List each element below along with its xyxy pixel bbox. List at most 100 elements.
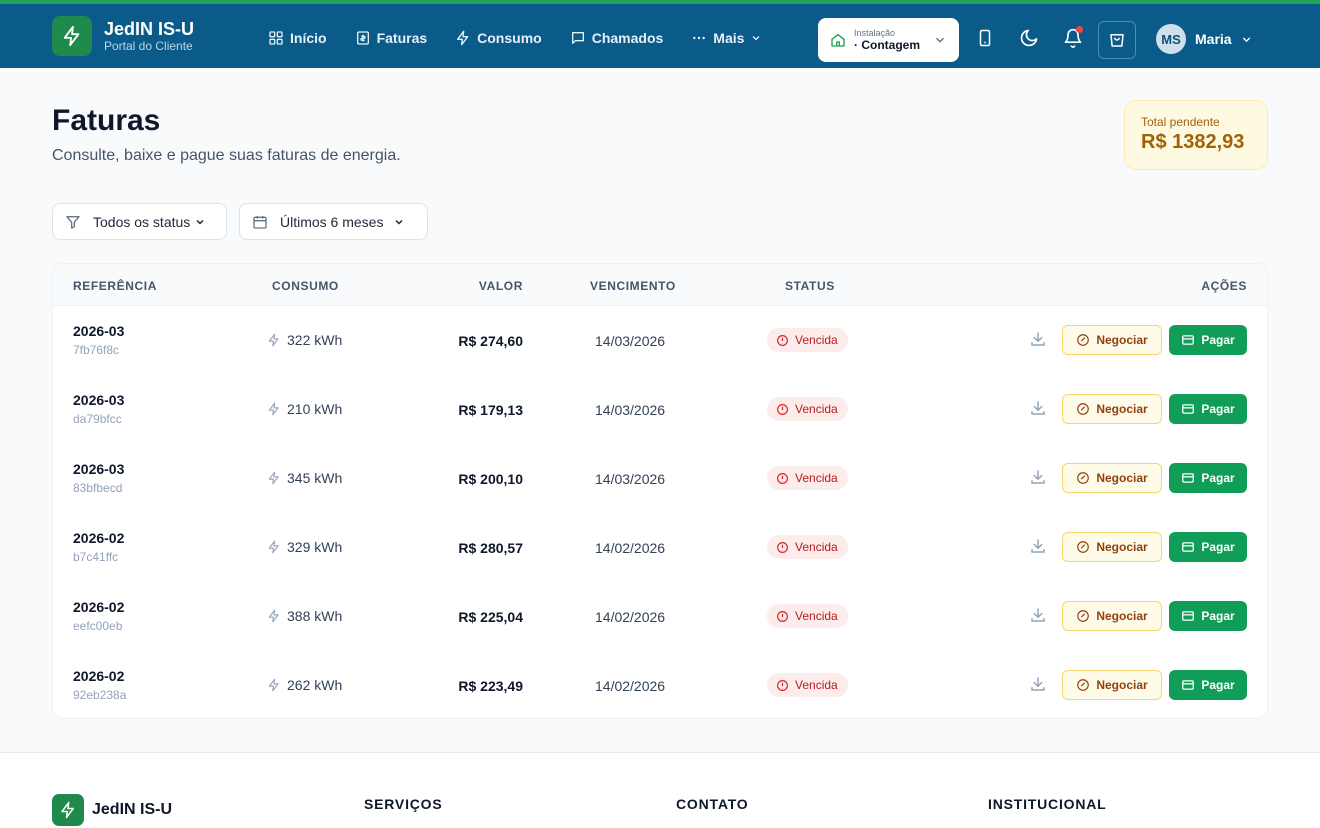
download-button[interactable] [1029, 606, 1049, 626]
chevron-down-icon [1242, 36, 1250, 42]
download-button[interactable] [1029, 468, 1049, 488]
pay-label: Pagar [1201, 333, 1235, 347]
credit-card-icon [1182, 404, 1195, 414]
status-badge: Vencida [767, 535, 848, 559]
nav-consumo[interactable]: Consumo [455, 26, 542, 50]
alert-circle-icon [777, 541, 788, 553]
negotiate-button[interactable]: Negociar [1062, 532, 1162, 562]
theme-toggle-button[interactable] [1017, 26, 1041, 50]
installation-selector[interactable]: Instalação · Contagem [818, 18, 959, 62]
grid-icon [269, 31, 283, 45]
status-label: Vencida [795, 678, 838, 692]
invoice-consumption: 329 kWh [267, 539, 342, 555]
nav-mais[interactable]: Mais [691, 26, 762, 50]
filter-icon [66, 215, 80, 229]
total-pending-card: Total pendente R$ 1382,93 [1124, 100, 1268, 170]
nav-faturas[interactable]: Faturas [355, 26, 427, 50]
pay-button[interactable]: Pagar [1169, 532, 1247, 562]
total-pending-value: R$ 1382,93 [1141, 131, 1245, 153]
chat-icon [571, 31, 584, 44]
download-icon [1031, 401, 1045, 415]
pay-label: Pagar [1201, 402, 1235, 416]
pay-button[interactable]: Pagar [1169, 601, 1247, 631]
footer-brand-name: JedIN IS-U [92, 801, 173, 818]
header-due: VENCIMENTO [590, 279, 676, 293]
status-label: Vencida [795, 540, 838, 554]
footer: JedIN IS-U SERVIÇOS CONTATO INSTITUCIONA… [0, 752, 1320, 828]
status-filter[interactable]: Todos os status [52, 203, 227, 240]
footer-contact-heading: CONTATO [676, 796, 749, 812]
bolt-icon [268, 333, 279, 347]
installation-value: · Contagem [854, 38, 920, 52]
invoices-table: REFERÊNCIA CONSUMO VALOR VENCIMENTO STAT… [52, 263, 1268, 719]
top-navigation-bar: JedIN IS-U Portal do Cliente Início Fatu… [0, 0, 1320, 68]
download-button[interactable] [1029, 537, 1049, 557]
nav-inicio[interactable]: Início [268, 26, 327, 50]
header-reference: REFERÊNCIA [73, 279, 158, 293]
invoice-consumption: 210 kWh [267, 401, 342, 417]
footer-services-heading: SERVIÇOS [364, 796, 443, 812]
invoice-value: R$ 274,60 [458, 333, 523, 349]
bolt-icon [268, 678, 279, 692]
handshake-badge-icon [1077, 472, 1090, 484]
download-icon [1031, 608, 1045, 622]
brand[interactable]: JedIN IS-U Portal do Cliente [52, 16, 194, 56]
invoice-reference: 2026-03 [73, 392, 125, 408]
bolt-icon [268, 471, 279, 485]
cart-button[interactable] [1098, 21, 1136, 59]
table-row: 2026-03 7fb76f8c 322 kWh R$ 274,60 14/03… [53, 306, 1267, 375]
negotiate-label: Negociar [1096, 609, 1148, 623]
download-button[interactable] [1029, 330, 1049, 350]
brand-title: JedIN IS-U [104, 19, 195, 39]
download-button[interactable] [1029, 675, 1049, 695]
nav-chamados[interactable]: Chamados [570, 26, 663, 50]
user-menu[interactable]: MS Maria [1156, 24, 1253, 54]
credit-card-icon [1182, 542, 1195, 552]
total-pending-label: Total pendente [1141, 115, 1220, 129]
negotiate-button[interactable]: Negociar [1062, 325, 1162, 355]
chevron-down-icon [752, 36, 760, 41]
pay-button[interactable]: Pagar [1169, 325, 1247, 355]
negotiate-button[interactable]: Negociar [1062, 670, 1162, 700]
period-filter[interactable]: Últimos 6 meses [239, 203, 428, 240]
bolt-logo-icon [52, 794, 84, 826]
handshake-badge-icon [1077, 403, 1090, 415]
notifications-button[interactable] [1061, 26, 1085, 50]
download-icon [1031, 677, 1045, 691]
header-value: VALOR [478, 279, 523, 293]
table-row: 2026-03 83bfbecd 345 kWh R$ 200,10 14/03… [53, 444, 1267, 513]
download-icon [1031, 332, 1045, 346]
main-nav: Início Faturas Consumo Chamados Mais [268, 26, 790, 50]
negotiate-button[interactable]: Negociar [1062, 463, 1162, 493]
negotiate-button[interactable]: Negociar [1062, 394, 1162, 424]
calendar-icon [253, 215, 267, 229]
invoice-due-date: 14/02/2026 [595, 609, 666, 625]
consumption-value: 210 kWh [287, 401, 343, 417]
pay-button[interactable]: Pagar [1169, 670, 1247, 700]
invoice-consumption: 322 kWh [267, 332, 342, 348]
negotiate-button[interactable]: Negociar [1062, 601, 1162, 631]
bolt-icon [457, 30, 469, 46]
home-icon [831, 34, 845, 47]
footer-brand[interactable]: JedIN IS-U [52, 794, 172, 826]
invoice-reference: 2026-02 [73, 668, 125, 684]
consumption-value: 388 kWh [287, 608, 343, 624]
table-header: REFERÊNCIA CONSUMO VALOR VENCIMENTO STAT… [53, 264, 1267, 306]
download-button[interactable] [1029, 399, 1049, 419]
nav-consumo-label: Consumo [477, 30, 542, 46]
invoice-reference: 2026-02 [73, 530, 125, 546]
invoice-consumption: 388 kWh [267, 608, 342, 624]
negotiate-label: Negociar [1096, 540, 1148, 554]
consumption-value: 322 kWh [287, 332, 343, 348]
pay-button[interactable]: Pagar [1169, 463, 1247, 493]
negotiate-label: Negociar [1096, 471, 1148, 485]
mobile-app-button[interactable] [973, 26, 997, 50]
consumption-value: 329 kWh [287, 539, 343, 555]
user-name: Maria [1195, 31, 1232, 47]
footer-institutional-heading: INSTITUCIONAL [988, 796, 1107, 812]
page-subtitle: Consulte, baixe e pague suas faturas de … [52, 147, 401, 164]
header-actions: AÇÕES [1201, 279, 1247, 293]
invoice-consumption: 262 kWh [267, 677, 342, 693]
credit-card-icon [1182, 335, 1195, 345]
pay-button[interactable]: Pagar [1169, 394, 1247, 424]
